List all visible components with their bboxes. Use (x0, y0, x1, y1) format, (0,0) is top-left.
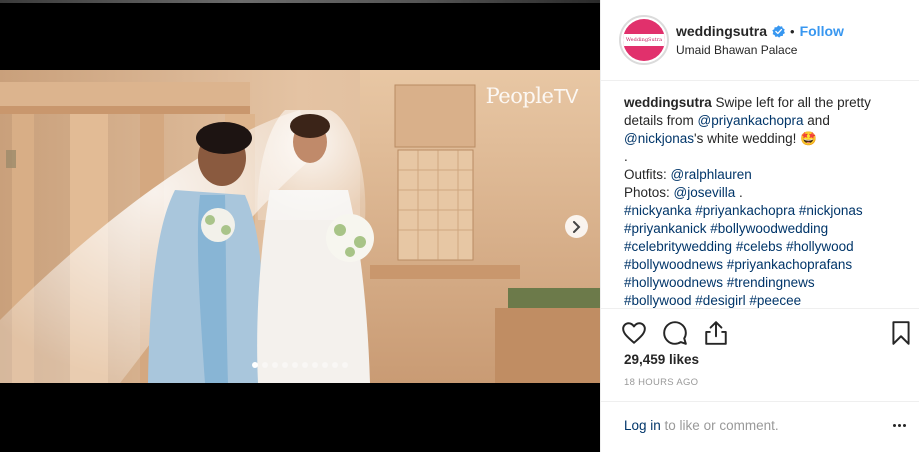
post-header: WeddingSutra weddingsutra • Follow Umaid… (601, 0, 919, 81)
like-count[interactable]: 29,459 likes (624, 352, 699, 367)
carousel-dot (312, 362, 318, 368)
login-rest-text: to like or comment. (660, 418, 779, 433)
photos-end: . (735, 185, 743, 200)
carousel-next-button[interactable] (565, 215, 588, 238)
carousel-dot (342, 362, 348, 368)
action-bar (601, 308, 919, 354)
post-panel: WeddingSutra weddingsutra • Follow Umaid… (600, 0, 919, 452)
outfits-label: Outfits: (624, 167, 671, 182)
carousel-dot (322, 362, 328, 368)
mention-nickjonas[interactable]: @nickjonas (624, 131, 694, 146)
bookmark-icon[interactable] (888, 320, 914, 346)
username-row: weddingsutra • Follow (676, 23, 844, 39)
hashtag-line[interactable]: #nickyanka #priyankachopra #nickjonas (624, 202, 910, 220)
avatar-logo: WeddingSutra (623, 34, 665, 46)
hashtag-line[interactable]: #celebritywedding #celebs #hollywood (624, 238, 910, 256)
post-caption: weddingsutra Swipe left for all the pret… (624, 94, 910, 310)
comment-icon[interactable] (662, 320, 688, 346)
mention-priyankachopra[interactable]: @priyankachopra (698, 113, 804, 128)
username-link[interactable]: weddingsutra (676, 23, 767, 39)
wedding-photo: PeopleTV (0, 70, 600, 383)
caption-author[interactable]: weddingsutra (624, 95, 712, 110)
login-prompt: Log in to like or comment. (624, 418, 779, 433)
photo-illustration (0, 70, 600, 383)
peopletv-watermark: PeopleTV (485, 84, 579, 109)
post-timestamp[interactable]: 18 HOURS AGO (624, 377, 698, 388)
watermark-brand: People (485, 84, 554, 108)
carousel-dot (252, 362, 258, 368)
carousel-dot (282, 362, 288, 368)
mention-ralphlauren[interactable]: @ralphlauren (671, 167, 752, 182)
avatar-image: WeddingSutra (623, 19, 665, 61)
caption-text-4: 's white wedding! 🤩 (694, 131, 817, 146)
comment-footer: Log in to like or comment. (601, 401, 919, 452)
carousel-dot (332, 362, 338, 368)
carousel-dot (292, 362, 298, 368)
chevron-right-icon (573, 220, 581, 233)
caption-text-2: details from (624, 113, 698, 128)
watermark-suffix: TV (553, 86, 578, 108)
follow-button[interactable]: Follow (800, 23, 844, 39)
heart-icon[interactable] (621, 320, 647, 346)
login-link[interactable]: Log in (624, 418, 661, 433)
separator-dot: • (790, 23, 795, 39)
caption-dot-line: . (624, 149, 628, 164)
hashtag-line[interactable]: #priyankanick #bollywoodwedding (624, 220, 910, 238)
location-link[interactable]: Umaid Bhawan Palace (676, 43, 797, 57)
share-icon[interactable] (703, 320, 729, 346)
carousel-dot (262, 362, 268, 368)
mention-josevilla[interactable]: @josevilla (674, 185, 736, 200)
avatar[interactable]: WeddingSutra (619, 15, 669, 65)
photos-label: Photos: (624, 185, 674, 200)
caption-text-1: Swipe left for all the pretty (715, 95, 871, 110)
post-media: PeopleTV (0, 0, 600, 452)
more-options-icon[interactable] (893, 424, 906, 427)
verified-badge-icon (772, 24, 786, 38)
previous-post-strip (0, 0, 600, 3)
hashtag-line[interactable]: #bollywoodnews #priyankachoprafans (624, 256, 910, 274)
carousel-dot (272, 362, 278, 368)
carousel-indicator (0, 362, 600, 368)
caption-text-3: and (803, 113, 830, 128)
carousel-dot (302, 362, 308, 368)
hashtag-line[interactable]: #hollywoodnews #trendingnews (624, 274, 910, 292)
